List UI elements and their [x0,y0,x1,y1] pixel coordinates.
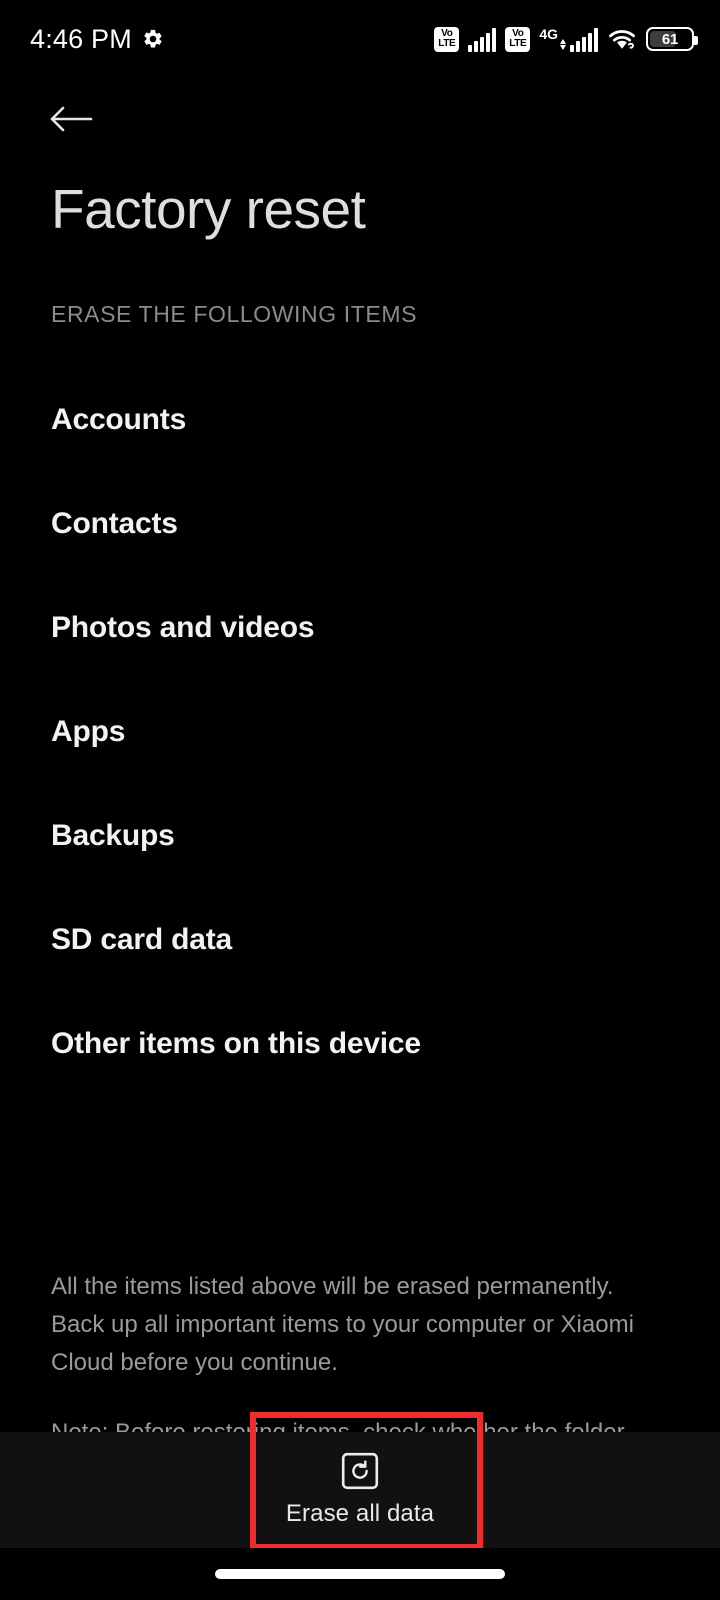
network-type-label: 4G [539,25,558,42]
volte-badge-sim1: Vo LTE [434,26,460,52]
list-item: Contacts [0,472,720,576]
signal-bars-icon-sim2 [570,27,598,52]
list-item: Other items on this device [0,992,720,1096]
battery-percent-label: 61 [661,30,679,48]
volte-badge-sim2: Vo LTE [505,26,531,52]
page-title: Factory reset [51,178,366,240]
erase-all-data-button[interactable]: Erase all data [246,1446,474,1534]
phone-screen: 4:46 PM Vo LTE Vo LTE 4G 61 Factory rese… [0,0,720,1600]
list-item-label: Other items on this device [51,1027,421,1060]
section-header: ERASE THE FOLLOWING ITEMS [51,301,418,327]
erase-all-data-label: Erase all data [285,1500,435,1527]
back-arrow-icon [49,104,93,134]
list-item-label: Photos and videos [51,611,315,644]
list-item-label: Apps [51,715,126,748]
erase-items-list: Accounts Contacts Photos and videos Apps… [0,368,720,1096]
list-item-label: Accounts [51,403,187,436]
status-bar: 4:46 PM Vo LTE Vo LTE 4G 61 [0,0,720,78]
signal-bars-icon-sim1 [468,27,497,52]
list-item: SD card data [0,888,720,992]
volte-badge-sim1-bottom: LTE [438,38,456,49]
list-item-label: Contacts [51,507,178,540]
restore-reset-icon [341,1452,379,1490]
list-item: Photos and videos [0,576,720,680]
home-indicator[interactable] [215,1569,505,1579]
bottom-action-bar: Erase all data [0,1432,720,1548]
gear-icon [142,28,164,50]
list-item-label: Backups [51,819,175,852]
status-bar-right: Vo LTE Vo LTE 4G 61 [434,26,698,52]
status-bar-clock: 4:46 PM [30,23,132,54]
volte-badge-sim2-bottom: LTE [509,38,527,49]
status-bar-left: 4:46 PM [30,23,164,54]
list-item: Backups [0,784,720,888]
list-item: Apps [0,680,720,784]
footer-paragraph-primary: All the items listed above will be erase… [51,1273,634,1376]
list-item-label: SD card data [51,923,232,956]
wifi-icon [607,27,637,52]
data-transfer-icon [560,38,566,50]
back-button[interactable] [40,90,102,148]
footer-disclaimer: All the items listed above will be erase… [51,1268,663,1452]
battery-icon: 61 [646,27,698,51]
signal-group-sim2: 4G [539,27,598,52]
system-navigation-bar [0,1548,720,1600]
list-item: Accounts [0,368,720,472]
